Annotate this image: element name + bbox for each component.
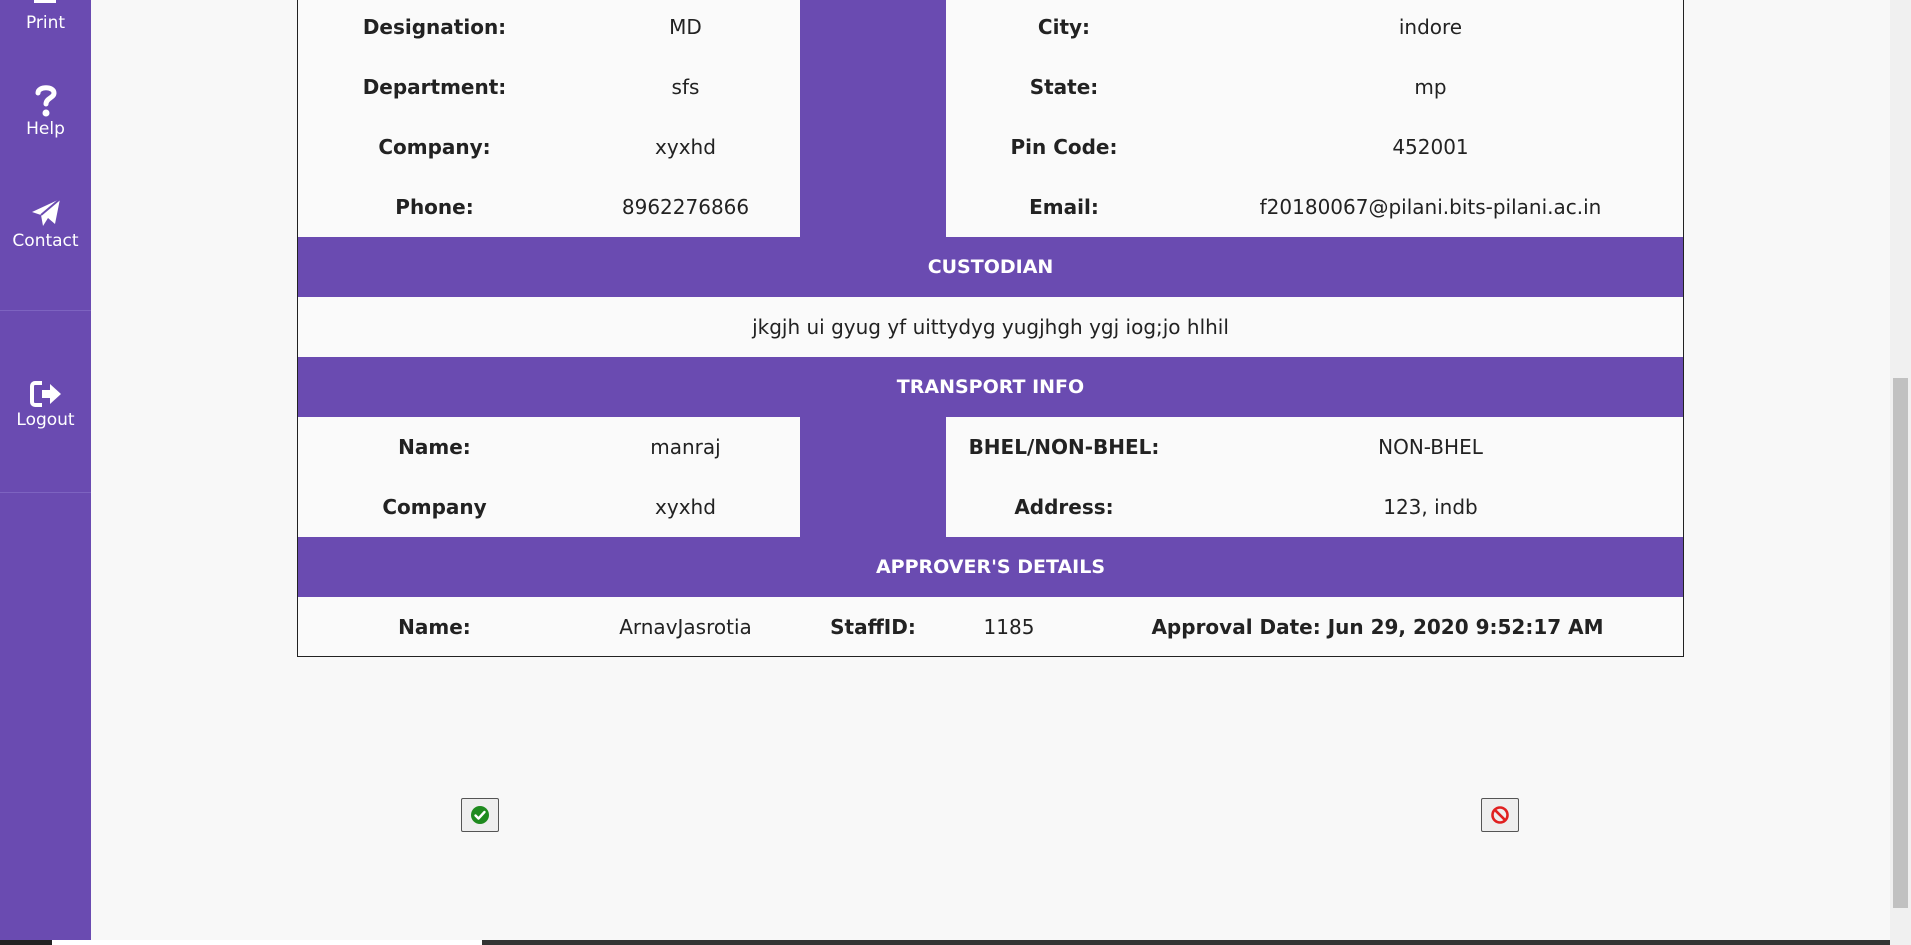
bottom-edge (482, 940, 1890, 945)
employee-right-block: City: indore State: mp Pin Code: 452001 … (946, 0, 1683, 237)
approver-header: APPROVER'S DETAILS (298, 537, 1683, 597)
nav-contact[interactable]: Contact (0, 197, 91, 251)
pass-details-panel: Designation: MD Department: sfs Company:… (297, 0, 1684, 657)
staff-id-label: StaffID: (830, 615, 916, 639)
bhel-value: NON-BHEL (1378, 435, 1483, 459)
custodian-text: jkgjh ui gyug yf uittydyg yugjhgh ygj io… (752, 315, 1229, 339)
bottom-edge (52, 940, 482, 945)
staff-id-value: 1185 (983, 615, 1035, 639)
nav-logout-label: Logout (16, 410, 75, 430)
sign-out-icon (29, 381, 61, 407)
city-label: City: (1037, 15, 1091, 39)
sidebar: Print Help Contact Logout (0, 0, 91, 945)
phone-value: 8962276866 (621, 195, 750, 219)
nav-contact-label: Contact (12, 231, 79, 251)
nav-divider (0, 310, 91, 311)
nav-help-label: Help (26, 119, 65, 139)
phone-label: Phone: (395, 195, 474, 219)
approver-name-value: ArnavJasrotia (619, 615, 752, 639)
department-value: sfs (671, 75, 700, 99)
city-value: indore (1398, 15, 1463, 39)
paper-plane-icon (31, 198, 61, 226)
designation-label: Designation: (362, 15, 507, 39)
nav-logout[interactable]: Logout (0, 380, 91, 430)
driver-name-label: Name: (398, 435, 471, 459)
bottom-edge (0, 940, 52, 945)
approve-button[interactable] (461, 798, 499, 832)
section-gap (800, 0, 946, 237)
designation-value: MD (669, 15, 702, 39)
state-value: mp (1414, 75, 1447, 99)
check-circle-icon (471, 806, 489, 824)
pin-code-value: 452001 (1392, 135, 1469, 159)
scrollbar-thumb[interactable] (1893, 378, 1908, 908)
nav-divider (0, 492, 91, 493)
email-value: f20180067@pilani.bits-pilani.ac.in (1259, 195, 1602, 219)
transport-header: TRANSPORT INFO (298, 357, 1683, 417)
address-value: 123, indb (1383, 495, 1478, 519)
nav-print-label: Print (25, 13, 66, 33)
vertical-scrollbar[interactable] (1890, 0, 1911, 945)
reject-button[interactable] (1481, 798, 1519, 832)
approver-name-label: Name: (398, 615, 471, 639)
employee-left-block: Designation: MD Department: sfs Company:… (298, 0, 800, 237)
ban-icon (1491, 806, 1509, 824)
transport-company-label: Company (382, 495, 487, 519)
transport-left-block: Name: manraj Company xyxhd (298, 417, 800, 537)
pin-code-label: Pin Code: (1010, 135, 1118, 159)
department-label: Department: (362, 75, 507, 99)
driver-name-value: manraj (650, 435, 721, 459)
nav-help[interactable]: Help (0, 83, 91, 139)
print-icon (34, 0, 56, 3)
custodian-header: CUSTODIAN (298, 237, 1683, 297)
state-label: State: (1029, 75, 1099, 99)
email-label: Email: (1029, 195, 1099, 219)
company-label: Company: (378, 135, 491, 159)
bhel-label: BHEL/NON-BHEL: (968, 435, 1160, 459)
transport-right-block: BHEL/NON-BHEL: NON-BHEL Address: 123, in… (946, 417, 1683, 537)
company-value: xyxhd (655, 135, 716, 159)
approval-date: Approval Date: Jun 29, 2020 9:52:17 AM (1151, 615, 1604, 639)
section-gap (800, 417, 946, 537)
question-icon (35, 85, 57, 117)
transport-company-value: xyxhd (655, 495, 716, 519)
address-label: Address: (1014, 495, 1114, 519)
